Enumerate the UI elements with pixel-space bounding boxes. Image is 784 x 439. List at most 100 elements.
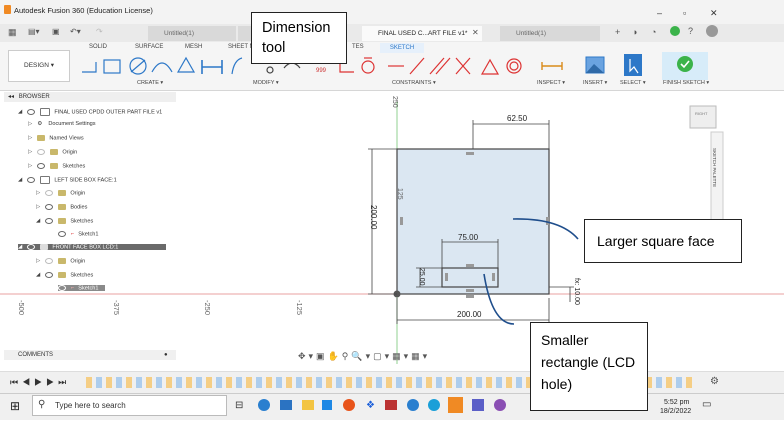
- tree-left-bodies[interactable]: ▷ Bodies: [36, 204, 87, 210]
- dim-rect-width[interactable]: 75.00: [458, 233, 478, 242]
- tree-left-origin[interactable]: ▷ Origin: [36, 190, 85, 196]
- dimension-tool-note: Dimension tool: [251, 12, 347, 64]
- tree-named-views[interactable]: ▷ Named Views: [28, 135, 84, 141]
- equal-icon: [480, 58, 500, 75]
- tab-final-used[interactable]: FINAL USED C...ART FILE v1*: [362, 26, 482, 41]
- windows-start-icon[interactable]: ⊞: [10, 399, 20, 413]
- viewcube[interactable]: [689, 105, 717, 129]
- clock-time: 5:52 pm: [664, 399, 690, 406]
- mail-icon[interactable]: [280, 400, 292, 410]
- tree-front-sketches[interactable]: ◢ Sketches: [36, 272, 93, 278]
- tab-mesh[interactable]: MESH: [185, 44, 202, 50]
- group-finish-sketch[interactable]: FINISH SKETCH ▾: [663, 80, 709, 86]
- timeline-settings-icon[interactable]: ⚙: [710, 376, 719, 387]
- group-insert[interactable]: INSERT ▾: [583, 80, 607, 86]
- select-icon: [624, 54, 642, 76]
- job-status-icon[interactable]: ◑: [632, 27, 637, 37]
- tab-surface[interactable]: SURFACE: [135, 44, 163, 50]
- viewcube-label: RIGHT: [695, 111, 708, 116]
- timeline-bar: ⏮◀▶▶⏭ ⚙: [0, 371, 784, 394]
- tree-document-settings[interactable]: ▷ ⚙ Document Settings: [28, 121, 96, 127]
- arc-tool-icon: [151, 62, 173, 73]
- tab-utilities[interactable]: TES: [352, 44, 364, 50]
- maximize-button[interactable]: ▫: [683, 8, 686, 18]
- edge-icon[interactable]: [258, 399, 270, 411]
- task-view-icon[interactable]: ⊟: [235, 400, 243, 411]
- save-icon[interactable]: ▣: [52, 27, 60, 36]
- group-modify[interactable]: MODIFY ▾: [253, 80, 279, 86]
- file-menu-icon[interactable]: ▤▾: [28, 27, 40, 36]
- document-tab-bar: ▦ ▤▾ ▣ ↶▾ ↷ Untitled(1) FINAL USED C...A…: [0, 24, 784, 43]
- sketch-palette-label[interactable]: SKETCH PALETTE: [712, 148, 717, 187]
- browser-collapse-icon[interactable]: ◂◂: [8, 94, 14, 100]
- tab-untitled-3[interactable]: Untitled(1): [500, 26, 600, 41]
- group-inspect[interactable]: INSPECT ▾: [537, 80, 565, 86]
- comments-label: COMMENTS: [18, 352, 53, 358]
- axis-label-250: 250: [391, 96, 398, 108]
- extensions-icon[interactable]: ◔: [651, 27, 656, 37]
- axis-label-neg500: -500: [17, 300, 26, 316]
- store-icon[interactable]: [322, 400, 332, 410]
- tab-solid[interactable]: SOLID: [89, 44, 107, 50]
- app-icon-3[interactable]: [428, 399, 440, 411]
- tree-origin[interactable]: ▷ Origin: [28, 149, 77, 155]
- new-tab-icon[interactable]: +: [615, 27, 620, 37]
- undo-icon[interactable]: ↶▾: [70, 27, 81, 36]
- ribbon-tools: 999: [82, 52, 708, 80]
- file-explorer-icon[interactable]: [302, 400, 314, 410]
- dim-height[interactable]: 200.00: [369, 205, 378, 229]
- tree-front-face-box[interactable]: ◢ FRONT FACE BOX LCD:1: [18, 244, 166, 251]
- clock-date: 18/2/2022: [660, 408, 692, 415]
- title-bar: Autodesk Fusion 360 (Education License) …: [0, 0, 784, 24]
- timeline-playback-controls[interactable]: ⏮◀▶▶⏭: [10, 377, 70, 388]
- tree-root[interactable]: ◢ FINAL USED CPDD OUTER PART FILE v1: [18, 108, 162, 116]
- parallel-icon: [409, 57, 425, 75]
- app-icon-4[interactable]: [494, 399, 506, 411]
- concentric-icon: [506, 58, 522, 74]
- tree-left-side-box[interactable]: ◢ LEFT SIDE BOX FACE:1: [18, 176, 117, 184]
- smaller-rect-note: Smaller rectangle (LCD hole): [530, 322, 648, 411]
- teams-icon[interactable]: [472, 399, 484, 411]
- dim-top[interactable]: 62.50: [507, 114, 527, 123]
- notifications-icon[interactable]: [670, 26, 680, 36]
- avatar[interactable]: [706, 25, 718, 37]
- browser-header[interactable]: ◂◂ BROWSER: [4, 92, 176, 102]
- axis-label-neg375: -375: [112, 300, 121, 316]
- help-icon[interactable]: ?: [688, 26, 693, 36]
- dropbox-icon[interactable]: ❖: [366, 400, 375, 411]
- tab-untitled-1[interactable]: Untitled(1): [148, 26, 236, 41]
- constraint-label: 999: [316, 68, 327, 74]
- firefox-icon[interactable]: [343, 399, 355, 411]
- app-icon-2[interactable]: [407, 399, 419, 411]
- navigation-bar[interactable]: ✥▾▣✋⚲🔍▾▢▾▦▾▦▾: [298, 351, 430, 362]
- minimize-button[interactable]: –: [657, 8, 662, 18]
- browser-title: BROWSER: [18, 94, 50, 100]
- tree-sketches[interactable]: ▷ Sketches: [28, 163, 85, 169]
- axis-label-neg250: -250: [203, 300, 212, 316]
- grid-menu-icon[interactable]: ▦: [8, 27, 17, 38]
- fusion-logo-icon: [4, 5, 11, 14]
- comments-toggle-icon[interactable]: ●: [164, 350, 168, 360]
- dim-rect-height[interactable]: 25.00: [418, 268, 425, 286]
- dim-offset[interactable]: fx: 10.00: [573, 278, 580, 305]
- close-button[interactable]: ✕: [710, 8, 718, 19]
- tree-left-sketch1[interactable]: ⌐ Sketch1: [58, 231, 99, 237]
- group-select[interactable]: SELECT ▾: [620, 80, 646, 86]
- tree-front-sketch1[interactable]: ⌐ Sketch1: [58, 285, 105, 292]
- close-tab-icon[interactable]: ✕: [472, 28, 479, 37]
- window-title: Autodesk Fusion 360 (Education License): [14, 6, 153, 15]
- fusion-taskbar-icon[interactable]: [448, 397, 463, 413]
- tree-left-sketches[interactable]: ◢ Sketches: [36, 218, 93, 224]
- dim-bottom[interactable]: 200.00: [457, 310, 481, 319]
- notification-center-icon[interactable]: ▭: [702, 399, 711, 410]
- redo-icon[interactable]: ↷: [96, 27, 103, 36]
- group-create[interactable]: CREATE ▾: [137, 80, 163, 86]
- tangent-icon: [361, 60, 375, 74]
- finish-sketch-icon: [677, 56, 693, 72]
- taskbar-search-input[interactable]: Type here to search: [32, 395, 227, 416]
- workspace-switcher[interactable]: DESIGN ▾: [8, 50, 70, 82]
- comments-panel[interactable]: COMMENTS ●: [4, 350, 176, 360]
- tree-front-origin[interactable]: ▷ Origin: [36, 258, 85, 264]
- app-icon-1[interactable]: [385, 400, 397, 410]
- group-constraints[interactable]: CONSTRAINTS ▾: [392, 80, 436, 86]
